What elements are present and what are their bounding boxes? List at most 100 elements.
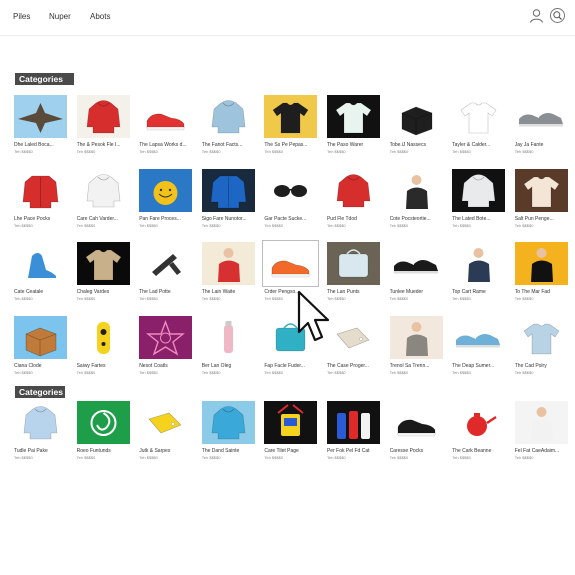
product-card[interactable]: Dhe Laled Boca... Teh $$$$0 bbox=[14, 95, 67, 165]
product-card[interactable]: Cate Ceatale Teh $$$$0 bbox=[14, 242, 67, 312]
product-image[interactable] bbox=[452, 401, 506, 444]
product-image[interactable] bbox=[514, 315, 568, 359]
product-image[interactable] bbox=[326, 401, 380, 444]
product-image[interactable] bbox=[264, 401, 318, 444]
product-image[interactable] bbox=[201, 95, 255, 138]
product-card[interactable]: Fel Fat CaeAdaim... Teh $$$$0 bbox=[514, 401, 568, 471]
product-card[interactable]: Crder Pengso... Teh $$$$0 bbox=[262, 240, 320, 312]
product-card[interactable]: Ber Lan Oleg Teh $$$$0 bbox=[201, 315, 255, 386]
product-image[interactable] bbox=[14, 168, 67, 212]
product-title[interactable]: Jay Ja Fante bbox=[515, 142, 568, 148]
product-image[interactable] bbox=[139, 168, 193, 212]
product-card[interactable]: The Lad Potte Teh $$$$0 bbox=[139, 242, 193, 312]
product-image[interactable] bbox=[76, 242, 130, 285]
product-title[interactable]: The Cad Polry bbox=[515, 363, 568, 369]
product-title[interactable]: Lhe Pace Pocks bbox=[14, 216, 67, 222]
product-card[interactable]: To The Mar Fad Teh $$$$0 bbox=[514, 242, 568, 312]
product-image[interactable] bbox=[76, 95, 130, 138]
product-title[interactable]: Pan Fare Proces... bbox=[139, 216, 192, 222]
product-card[interactable]: The & Pesok Fle I... Teh $$$$0 bbox=[76, 95, 130, 165]
product-image[interactable] bbox=[14, 315, 67, 359]
product-title[interactable]: Salt Pun Penge... bbox=[515, 216, 568, 222]
product-card[interactable]: Saiwy Fartes Teh $$$$0 bbox=[76, 315, 130, 386]
product-title[interactable]: Saiwy Fartes bbox=[77, 363, 130, 369]
product-card[interactable]: Top Cart Rame Teh $$$$0 bbox=[452, 242, 506, 312]
product-image[interactable] bbox=[326, 315, 380, 359]
product-title[interactable]: The Paso Warer bbox=[327, 142, 380, 148]
product-card[interactable]: Lhe Pace Pocks Teh $$$$0 bbox=[14, 168, 67, 239]
product-image[interactable] bbox=[14, 242, 67, 285]
product-title[interactable]: Crder Pengso... bbox=[264, 289, 317, 295]
product-image[interactable] bbox=[326, 168, 380, 212]
product-card[interactable]: Jutk & Sarpes Teh $$$$0 bbox=[139, 401, 193, 471]
product-card[interactable]: Tudle Pai Pake Teh $$$$0 bbox=[14, 401, 67, 471]
product-title[interactable]: The & Pesok Fle I... bbox=[77, 142, 130, 148]
product-image[interactable] bbox=[139, 95, 193, 138]
product-title[interactable]: Care Cah Varder... bbox=[77, 216, 130, 222]
product-card[interactable]: Cote Pocsteortie... Teh $$$$0 bbox=[389, 168, 443, 239]
product-card[interactable]: The Paso Warer Teh $$$$0 bbox=[326, 95, 380, 165]
product-image[interactable] bbox=[452, 95, 506, 138]
product-title[interactable]: Dhe Laled Boca... bbox=[14, 142, 67, 148]
product-card[interactable]: Care Cah Varder... Teh $$$$0 bbox=[76, 168, 130, 239]
product-title[interactable]: Jutk & Sarpes bbox=[139, 448, 192, 454]
product-image[interactable] bbox=[389, 315, 443, 359]
product-card[interactable]: Pud Fle Tdod Teh $$$$0 bbox=[326, 168, 380, 239]
product-card[interactable]: Caresse Pocks Teh $$$$0 bbox=[389, 401, 443, 471]
product-image[interactable] bbox=[139, 401, 193, 444]
product-card[interactable]: Tunlee Mueder Teh $$$$0 bbox=[389, 242, 443, 312]
product-title[interactable]: Cate Ceatale bbox=[14, 289, 67, 295]
product-image[interactable] bbox=[452, 242, 506, 285]
product-title[interactable]: Cote Pocsteortie... bbox=[390, 216, 443, 222]
product-title[interactable]: Roeo Funtunds bbox=[77, 448, 130, 454]
product-title[interactable]: Care Tilet Page bbox=[264, 448, 317, 454]
product-card[interactable]: Per Fok Pel Fd Cat Teh $$$$0 bbox=[326, 401, 380, 471]
product-title[interactable]: The Case Proger... bbox=[327, 363, 380, 369]
product-card[interactable]: The Lapsa Works d... Teh $$$$0 bbox=[139, 95, 193, 165]
product-title[interactable]: Sigo Fare Nunotor... bbox=[202, 216, 255, 222]
user-icon[interactable] bbox=[528, 7, 545, 24]
product-title[interactable]: The Lan Punts bbox=[327, 289, 380, 295]
product-title[interactable]: Nesot Coatls bbox=[139, 363, 192, 369]
product-card[interactable]: Gar Pacte Sucke... Teh $$$$0 bbox=[264, 168, 318, 239]
nav-link-nuper[interactable]: Nuper bbox=[49, 12, 71, 21]
product-card[interactable]: Tayler & Calder... Teh $$$$0 bbox=[452, 95, 506, 165]
product-title[interactable]: The Dand Sainte bbox=[202, 448, 255, 454]
product-title[interactable]: Chaleg Vardes bbox=[77, 289, 130, 295]
product-title[interactable]: The Fanot Facts... bbox=[202, 142, 255, 148]
product-title[interactable]: To The Mar Fad bbox=[515, 289, 568, 295]
product-image[interactable] bbox=[262, 240, 320, 287]
product-image[interactable] bbox=[201, 401, 255, 444]
nav-link-abots[interactable]: Abots bbox=[90, 12, 110, 21]
product-image[interactable] bbox=[514, 168, 568, 212]
product-title[interactable]: Tobe.iJ Nassecs bbox=[390, 142, 443, 148]
product-title[interactable]: Tudle Pai Pake bbox=[14, 448, 67, 454]
product-card[interactable]: Ciana Clode Teh $$$$0 bbox=[14, 315, 67, 386]
product-image[interactable] bbox=[264, 168, 318, 212]
product-card[interactable]: The Case Proger... Teh $$$$0 bbox=[326, 315, 380, 386]
product-title[interactable]: The Lain Waite bbox=[202, 289, 255, 295]
product-title[interactable]: Fap Facle Fuder... bbox=[264, 363, 317, 369]
product-title[interactable]: Tayler & Calder... bbox=[452, 142, 505, 148]
product-image[interactable] bbox=[389, 242, 443, 285]
product-title[interactable]: Caresse Pocks bbox=[390, 448, 443, 454]
product-title[interactable]: Per Fok Pel Fd Cat bbox=[327, 448, 380, 454]
product-title[interactable]: Gar Pacte Sucke... bbox=[264, 216, 317, 222]
product-card[interactable]: The Cad Polry Teh $$$$0 bbox=[514, 315, 568, 386]
product-card[interactable]: Sigo Fare Nunotor... Teh $$$$0 bbox=[201, 168, 255, 239]
product-card[interactable]: The Fanot Facts... Teh $$$$0 bbox=[201, 95, 255, 165]
product-card[interactable]: Jay Ja Fante Teh $$$$0 bbox=[514, 95, 568, 165]
product-image[interactable] bbox=[14, 401, 67, 444]
product-image[interactable] bbox=[264, 315, 318, 359]
product-image[interactable] bbox=[264, 95, 318, 138]
product-card[interactable]: Nesot Coatls Teh $$$$0 bbox=[139, 315, 193, 386]
product-title[interactable]: The Lapsa Works d... bbox=[139, 142, 192, 148]
product-image[interactable] bbox=[76, 401, 130, 444]
product-image[interactable] bbox=[201, 315, 255, 359]
product-image[interactable] bbox=[14, 95, 67, 138]
nav-link-piles[interactable]: Piles bbox=[13, 12, 30, 21]
product-card[interactable]: The Cark Beanne Teh $$$$0 bbox=[452, 401, 506, 471]
product-title[interactable]: The Ss Pe Pepas... bbox=[264, 142, 317, 148]
product-card[interactable]: Roeo Funtunds Teh $$$$0 bbox=[76, 401, 130, 471]
product-card[interactable]: The Deap Sumer... Teh $$$$0 bbox=[452, 315, 506, 386]
